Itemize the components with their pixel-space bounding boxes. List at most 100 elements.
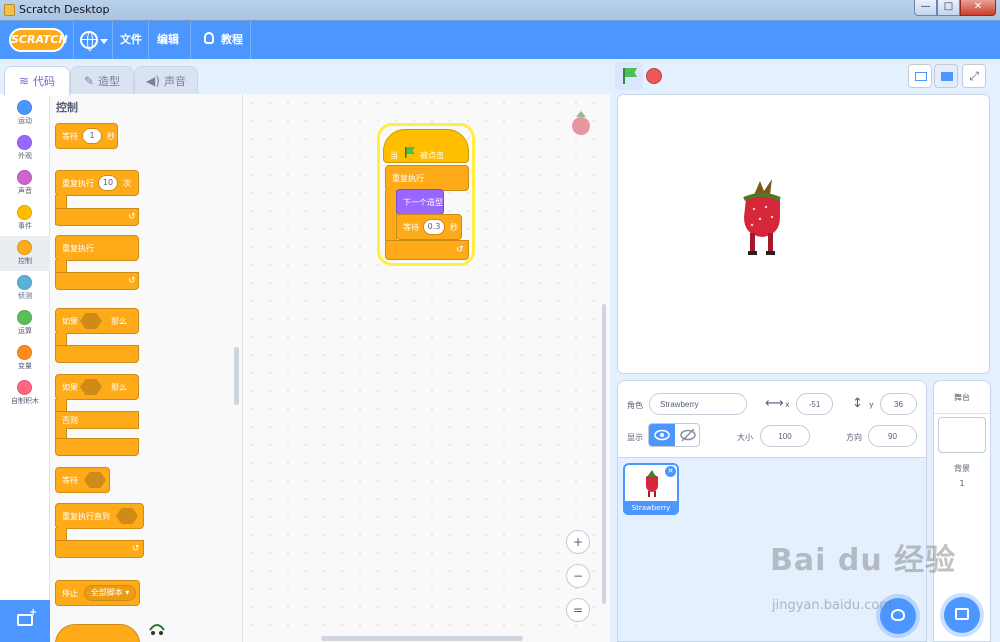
palette-scrollbar[interactable] <box>234 347 239 405</box>
block-wait[interactable]: 等待 1 秒 <box>55 123 118 149</box>
category-label: 自制积木 <box>11 397 39 405</box>
block-forever[interactable]: 重复执行 <box>55 235 139 261</box>
block-text: 否则 <box>62 416 78 425</box>
script-vertical-scrollbar[interactable] <box>602 304 606 604</box>
boolean-slot[interactable] <box>80 379 102 395</box>
block-input[interactable]: 1 <box>82 128 102 144</box>
menu-separator <box>190 21 191 59</box>
block-stop[interactable]: 停止 全部脚本 ▾ <box>55 580 140 606</box>
add-extension-button[interactable] <box>0 600 50 642</box>
backdrops-label: 背景 <box>954 464 970 473</box>
sprite-name-label: 角色 <box>627 401 643 410</box>
block-text: 当 <box>390 151 398 160</box>
brush-icon: ✎ <box>83 74 95 88</box>
edit-menu[interactable]: 编辑 <box>157 21 179 59</box>
category-sound[interactable]: 声音 <box>0 166 50 201</box>
script-area[interactable]: 当 被点击 重复执行 下一个造型 等待 0.3 秒 ↺ + − = <box>243 94 610 642</box>
y-input[interactable] <box>880 393 917 415</box>
boolean-slot[interactable] <box>116 508 138 524</box>
tab-costumes-label: 造型 <box>98 75 121 88</box>
hat-when-flag-clicked[interactable]: 当 被点击 <box>383 129 469 163</box>
normal-stage-button[interactable] <box>934 64 958 88</box>
category-operators[interactable]: 运算 <box>0 306 50 341</box>
block-text: 重复执行 <box>392 174 424 183</box>
vertical-arrows-icon: ↕ <box>852 396 863 411</box>
tab-costumes[interactable]: ✎ 造型 <box>70 66 134 95</box>
stop-button[interactable] <box>646 68 662 84</box>
loop-arrow-icon: ↺ <box>132 544 140 554</box>
horizontal-arrows-icon: ⟷ <box>765 396 784 411</box>
category-my-blocks[interactable]: 自制积木 <box>0 376 50 411</box>
small-stage-button[interactable] <box>908 64 932 88</box>
block-repeat[interactable]: 重复执行 10 次 <box>55 170 139 196</box>
category-menu: 运动 外观 声音 事件 控制 侦测 运算 变量 自制积木 <box>0 94 50 642</box>
block-else-row: 否则 <box>55 411 139 429</box>
category-variables[interactable]: 变量 <box>0 341 50 376</box>
block-text: 重复执行 <box>62 244 94 253</box>
green-flag-icon <box>623 68 625 84</box>
stage-thumbnail[interactable] <box>938 417 986 453</box>
maximize-button[interactable]: □ <box>937 0 960 16</box>
delete-sprite-button[interactable]: ✕ <box>665 466 676 477</box>
stage-selector[interactable]: 舞台 背景 1 <box>933 380 991 642</box>
category-dot <box>17 275 32 290</box>
x-input[interactable] <box>796 393 833 415</box>
block-wait-until[interactable]: 等待 <box>55 467 110 493</box>
block-text: 如果 <box>62 317 78 326</box>
block-if-then[interactable]: 如果 那么 <box>55 308 139 334</box>
zoom-out-button[interactable]: − <box>566 564 590 588</box>
visibility-toggle <box>648 423 700 447</box>
category-label: 侦测 <box>18 292 32 300</box>
editor-tabs: ≋ 代码 ✎ 造型 ◀) 声音 <box>0 59 610 96</box>
file-menu[interactable]: 文件 <box>120 21 142 59</box>
block-next-costume[interactable]: 下一个造型 <box>396 189 444 215</box>
hide-sprite-button[interactable] <box>675 424 701 446</box>
stage[interactable] <box>617 94 990 374</box>
category-control[interactable]: 控制 <box>0 236 50 271</box>
block-if-else[interactable]: 如果 那么 <box>55 374 139 400</box>
tutorials-menu[interactable]: 教程 <box>221 21 243 59</box>
size-input[interactable] <box>760 425 810 447</box>
sprite-name-input[interactable] <box>649 393 747 415</box>
category-events[interactable]: 事件 <box>0 201 50 236</box>
block-input[interactable]: 0.3 <box>423 219 445 235</box>
block-repeat-until[interactable]: 重复执行直到 <box>55 503 144 529</box>
fullscreen-button[interactable]: ⤢ <box>962 64 986 88</box>
direction-label: 方向 <box>846 433 862 442</box>
stop-option-dropdown[interactable]: 全部脚本 ▾ <box>84 585 136 601</box>
tab-sounds[interactable]: ◀) 声音 <box>134 66 198 95</box>
category-motion[interactable]: 运动 <box>0 96 50 131</box>
tab-code[interactable]: ≋ 代码 <box>4 66 70 96</box>
block-forever[interactable]: 重复执行 <box>385 165 469 191</box>
zoom-reset-button[interactable]: = <box>566 598 590 622</box>
block-text: 秒 <box>107 132 115 141</box>
strawberry-sprite[interactable] <box>736 177 788 257</box>
category-dot <box>17 135 32 150</box>
boolean-slot[interactable] <box>84 472 106 488</box>
extension-icon <box>17 607 37 626</box>
script-stack[interactable]: 当 被点击 重复执行 下一个造型 等待 0.3 秒 ↺ <box>383 129 475 266</box>
choose-backdrop-button[interactable] <box>944 597 980 633</box>
globe-icon[interactable] <box>80 31 98 51</box>
lightbulb-icon[interactable] <box>204 32 214 44</box>
scratch-logo[interactable]: SCRATCH <box>9 28 68 52</box>
block-clone-hat[interactable] <box>55 624 140 642</box>
boolean-slot[interactable] <box>80 313 102 329</box>
block-input[interactable]: 10 <box>98 175 118 191</box>
green-flag-button[interactable] <box>615 62 643 90</box>
chevron-down-icon[interactable] <box>100 39 108 44</box>
zoom-in-button[interactable]: + <box>566 530 590 554</box>
category-looks[interactable]: 外观 <box>0 131 50 166</box>
category-sensing[interactable]: 侦测 <box>0 271 50 306</box>
script-horizontal-scrollbar[interactable] <box>321 636 523 641</box>
show-sprite-button[interactable] <box>649 424 675 446</box>
minimize-button[interactable]: — <box>914 0 937 16</box>
block-c-footer: ↺ <box>55 540 144 558</box>
sprite-tile[interactable]: ✕ Strawberry <box>623 463 679 515</box>
direction-input[interactable] <box>868 425 917 447</box>
category-dot <box>17 345 32 360</box>
close-button[interactable]: ✕ <box>960 0 996 16</box>
code-icon: ≋ <box>18 74 30 88</box>
block-wait[interactable]: 等待 0.3 秒 <box>396 214 462 240</box>
sprite-thumbnail <box>641 469 663 499</box>
